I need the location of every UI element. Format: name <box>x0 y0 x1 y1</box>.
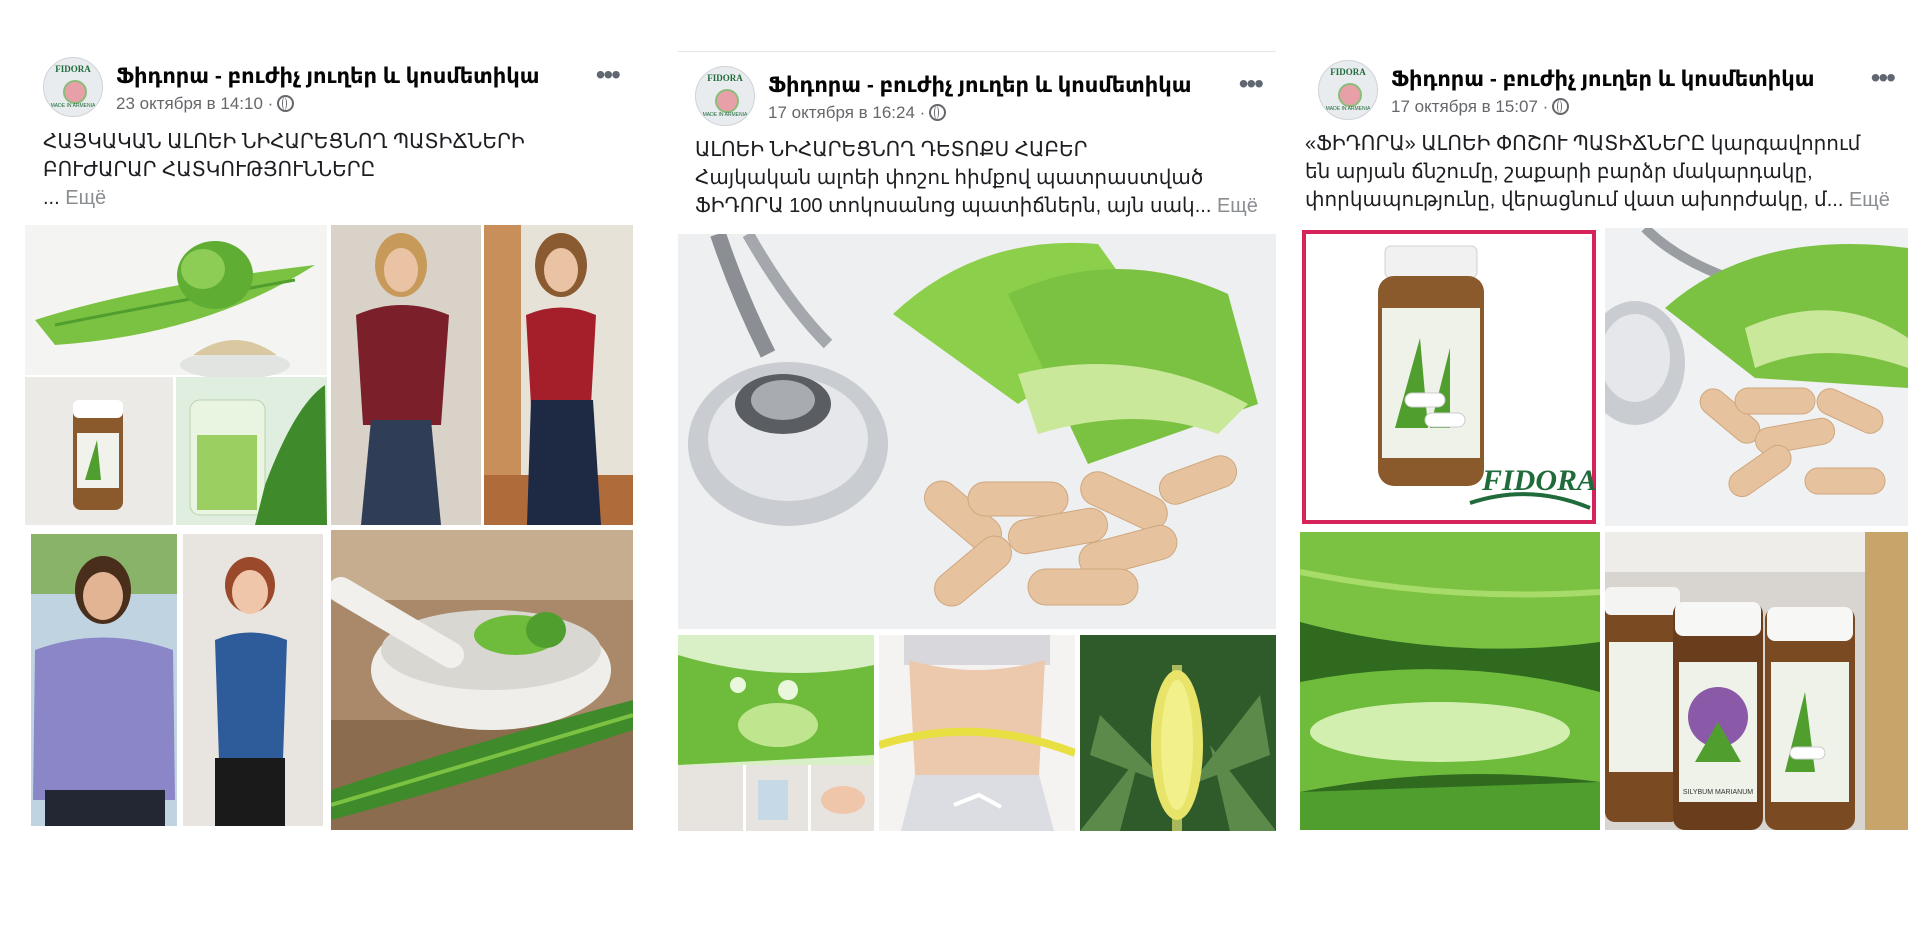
post-text: ՀԱՅԿԱԿԱՆ ԱԼՈԵԻ ՆԻՀԱՐԵՑՆՈՂ ՊԱՏԻՃՆԵՐԻ ԲՈՒԺ… <box>43 131 525 209</box>
mortar-aloe-image[interactable] <box>331 530 633 830</box>
see-more-link[interactable]: Ещё <box>65 187 106 209</box>
post-timestamp[interactable]: 17 октября в 15:07 · <box>1391 97 1570 117</box>
post-header: FIDORA MADE IN ARMENIA Ֆիդորա - բուժիչ յո… <box>1318 60 1908 120</box>
page-name[interactable]: Ֆիդորա - բուժիչ յուղեր և կոսմետիկա <box>116 64 540 89</box>
woman-selfie-image[interactable] <box>331 225 633 525</box>
post-text: «ՖԻԴՈՐԱ» ԱԼՈԵԻ ՓՈՇՈՒ ՊԱՏԻՃՆԵՐԸ կարգավորո… <box>1305 133 1890 211</box>
jar-label-text: SILYBUM MARIANUM <box>1683 789 1753 796</box>
page-avatar[interactable]: FIDORA MADE IN ARMENIA <box>43 57 103 117</box>
stethoscope-capsules-image[interactable] <box>678 234 1276 629</box>
post-divider <box>678 51 1276 52</box>
fidora-logo-text: FIDORA <box>1481 464 1597 497</box>
stethoscope-capsules-image[interactable] <box>1605 228 1908 526</box>
post-header: FIDORA MADE IN ARMENIA Ֆիդորա - բուժիչ յո… <box>43 57 633 117</box>
page-avatar[interactable]: FIDORA MADE IN ARMENIA <box>1318 60 1378 120</box>
aloe-gel-image[interactable] <box>678 635 874 831</box>
page-name[interactable]: Ֆիդորա - բուժիչ յուղեր և կոսմետիկա <box>768 73 1192 98</box>
more-options-icon[interactable]: ••• <box>596 59 621 91</box>
globe-icon <box>1552 98 1570 115</box>
more-options-icon[interactable]: ••• <box>1871 62 1896 94</box>
globe-icon <box>277 95 295 112</box>
fidora-jar-image[interactable]: FIDORA <box>1300 228 1600 526</box>
aloe-collage-image[interactable] <box>25 225 327 525</box>
post-text: ԱԼՈԵԻ ՆԻՀԱՐԵՑՆՈՂ ԴԵՏՈՔՍ ՀԱԲԵՐ Հայկական ա… <box>695 139 1258 217</box>
post-header: FIDORA MADE IN ARMENIA Ֆիդորա - բուժիչ յո… <box>695 66 1276 126</box>
page-avatar[interactable]: FIDORA MADE IN ARMENIA <box>695 66 755 126</box>
aloe-plant-flower-image[interactable] <box>1080 635 1276 831</box>
see-more-link[interactable]: Ещё <box>1849 189 1890 211</box>
aloe-leaf-macro-image[interactable] <box>1300 532 1600 830</box>
globe-icon <box>929 104 947 121</box>
before-after-image[interactable] <box>25 530 327 830</box>
page-name[interactable]: Ֆիդորա - բուժիչ յուղեր և կոսմետիկա <box>1391 67 1815 92</box>
post-timestamp[interactable]: 23 октября в 14:10 · <box>116 94 295 114</box>
fidora-jars-shelf-image[interactable]: SILYBUM MARIANUM <box>1605 532 1908 830</box>
waist-tape-image[interactable] <box>879 635 1075 831</box>
post-timestamp[interactable]: 17 октября в 16:24 · <box>768 103 947 123</box>
more-options-icon[interactable]: ••• <box>1239 68 1264 100</box>
see-more-link[interactable]: Ещё <box>1217 195 1258 217</box>
